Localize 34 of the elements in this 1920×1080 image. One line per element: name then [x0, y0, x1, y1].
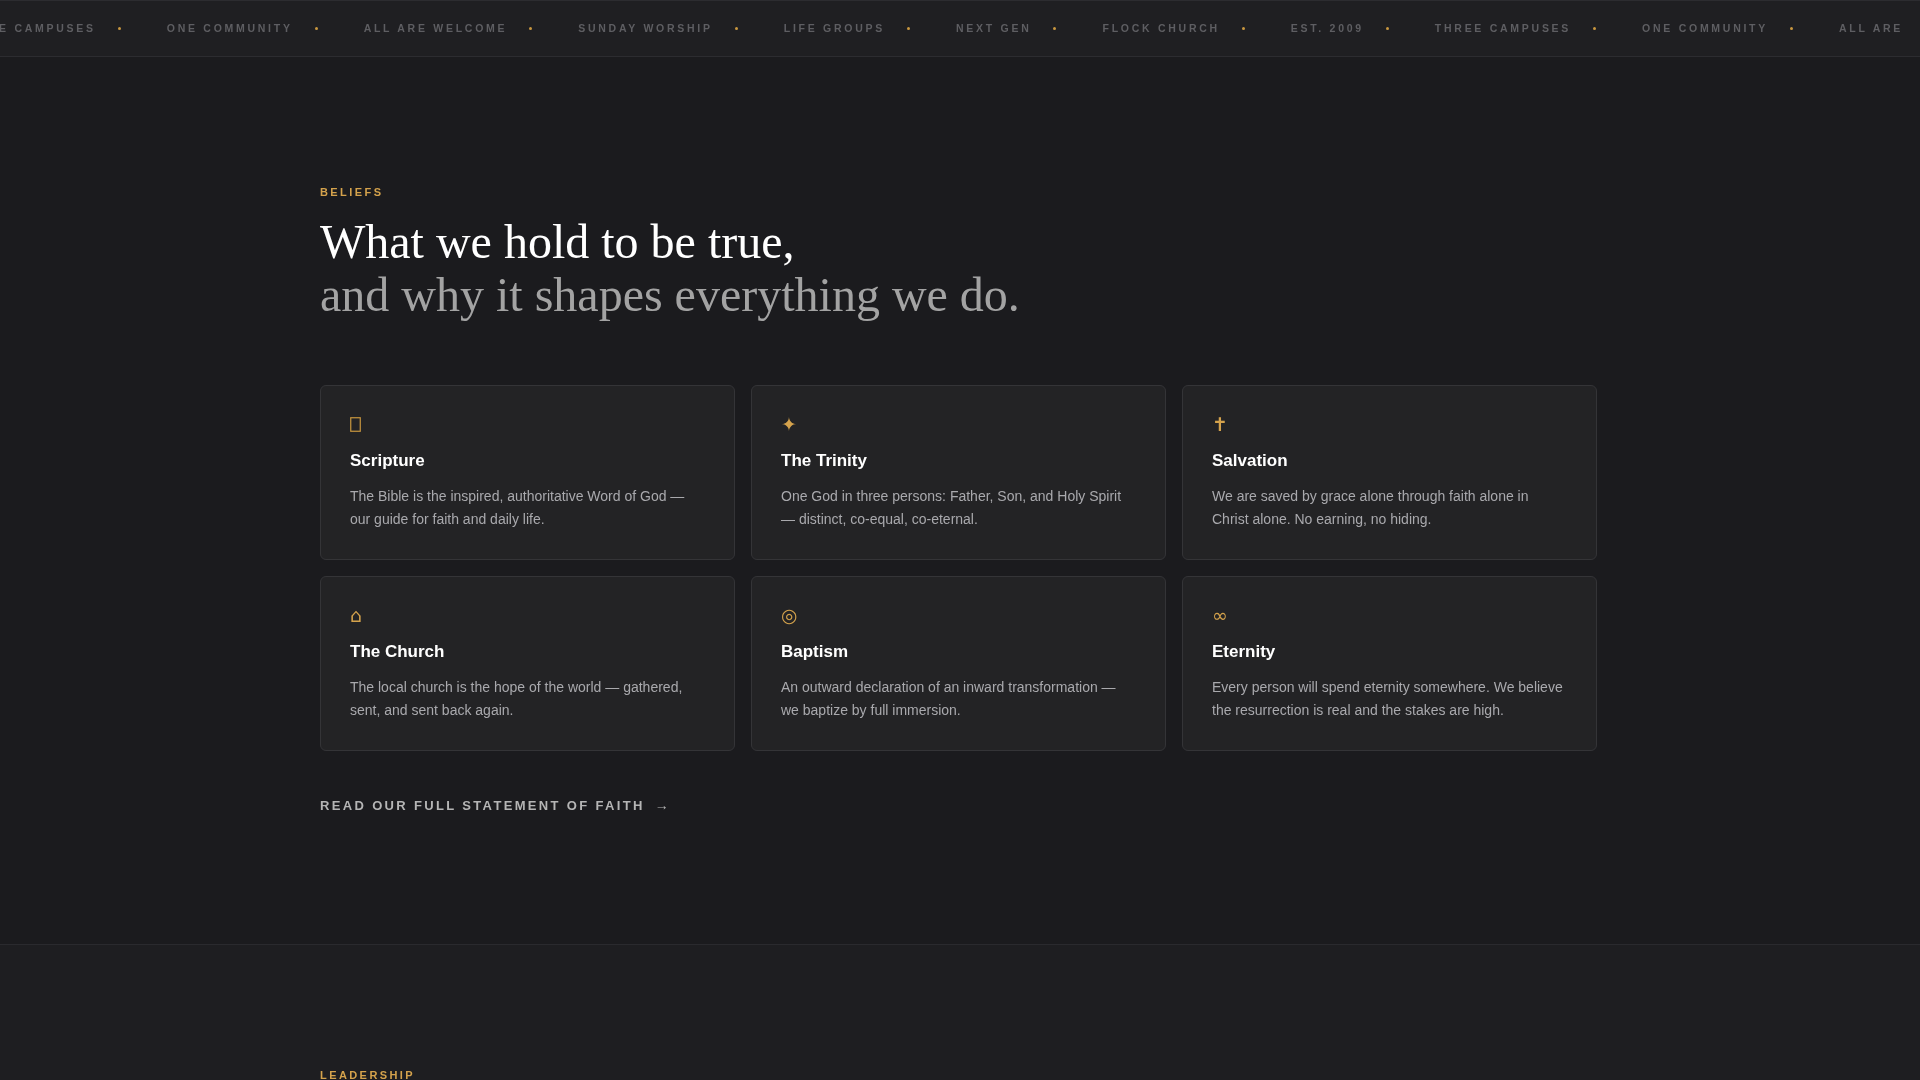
cross-icon: ✝	[1212, 413, 1228, 435]
section-subheading: and why it shapes everything we do.	[320, 268, 1020, 321]
ticker-item: SUNDAY WORSHIP	[578, 20, 713, 36]
card-title: Salvation	[1212, 451, 1288, 471]
card-title: Eternity	[1212, 642, 1276, 662]
statement-link[interactable]: READ OUR FULL STATEMENT OF FAITH →	[320, 795, 669, 816]
card-description: Every person will spend eternity somewhere. We believe the resurrection is real and the stakes are high.	[1212, 678, 1564, 720]
ticker-item: FLOCK CHURCH	[1102, 20, 1220, 36]
card-description: One God in three persons: Father, Son, and Holy Spirit — distinct, co-equal, co-eternal.	[781, 487, 1123, 529]
target-icon: ◎	[781, 604, 798, 626]
card-title: Scripture	[350, 451, 425, 471]
ticker-item: NEXT GEN	[955, 20, 1032, 36]
ticker-item: EST. 2009	[1290, 20, 1364, 36]
card-title: Baptism	[781, 642, 849, 662]
section-label: BELIEFS	[320, 185, 384, 200]
ticker-item: ONE COMMUNITY	[1642, 20, 1768, 36]
card-description: The local church is the hope of the world — gathered, sent, and sent back again.	[350, 678, 684, 720]
section-heading: What we hold to be true,	[320, 215, 795, 268]
ticker-item: ALL ARE WELCOME	[363, 20, 508, 36]
house-icon: ⌂	[350, 604, 363, 626]
ticker-item: THREE CAMPUSES	[1434, 20, 1572, 36]
sparkle-icon: ✦	[781, 413, 797, 435]
card-description: The Bible is the inspired, authoritative Word of God — our guide for faith and daily life.	[350, 487, 686, 529]
section-label: LEADERSHIP	[320, 1069, 416, 1080]
card-description: An outward declaration of an inward transformation — we baptize by full immersion.	[781, 678, 1117, 720]
ticker-item: LIFE GROUPS	[783, 20, 885, 36]
ticker-item: ALL ARE	[1839, 20, 1904, 36]
ticker-item: ONE COMMUNITY	[166, 20, 293, 36]
card-description: We are saved by grace alone through faith alone in Christ alone. No earning, no hiding.	[1212, 487, 1530, 529]
rectangle-icon	[350, 416, 361, 432]
infinity-icon: ∞	[1212, 604, 1228, 626]
ticker-item: E CAMPUSES	[0, 20, 96, 36]
card-title: The Church	[350, 642, 445, 662]
card-title: The Trinity	[781, 451, 867, 471]
